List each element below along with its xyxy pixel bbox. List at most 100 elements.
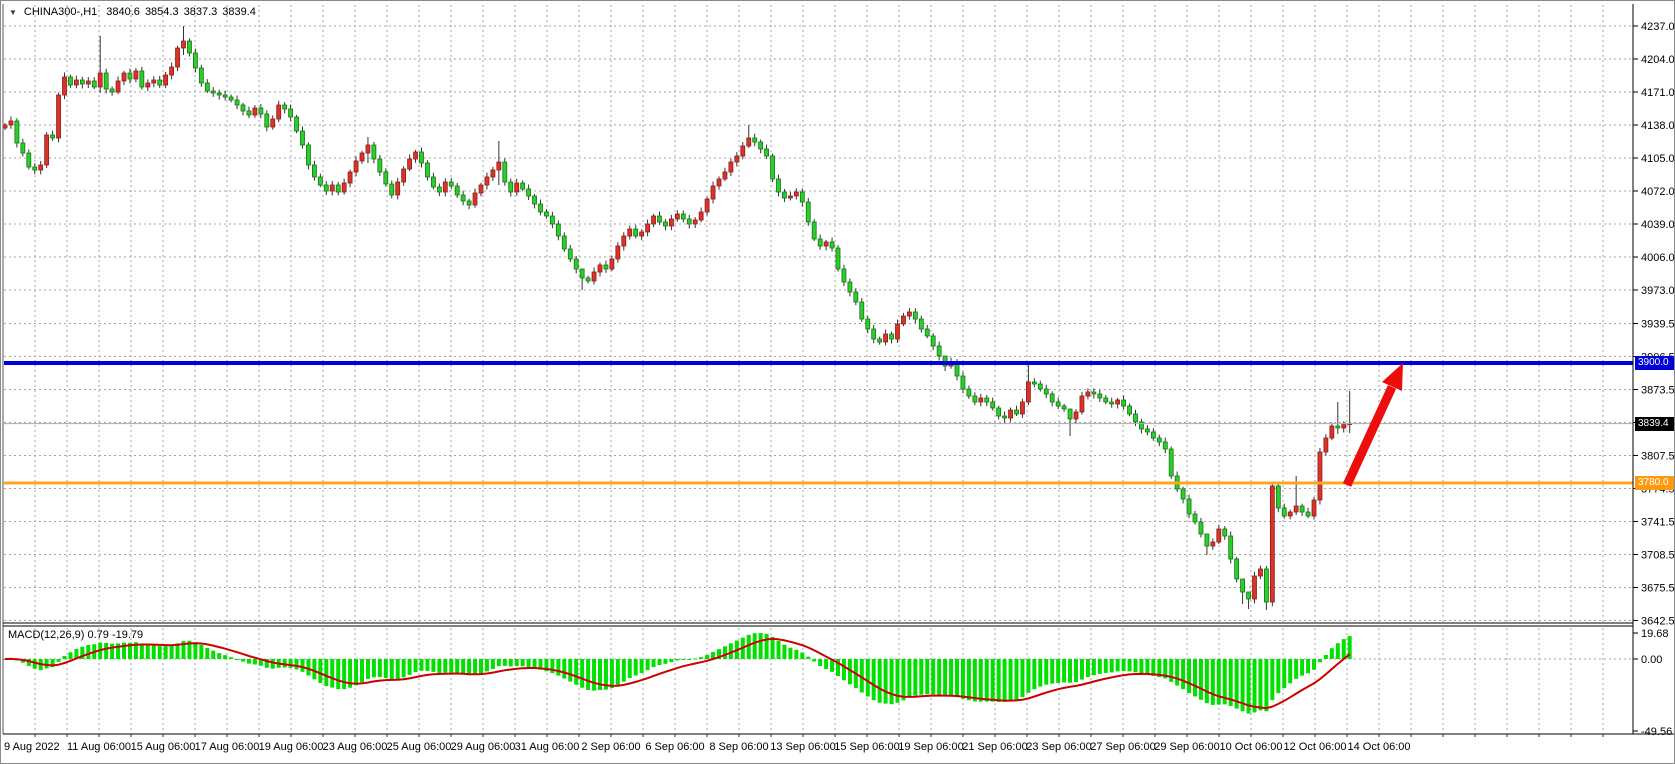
macd-histogram-bar xyxy=(1342,639,1346,659)
macd-histogram-bar xyxy=(318,659,322,683)
macd-main-value: 0.79 xyxy=(87,629,108,641)
bearish-candle xyxy=(431,177,435,187)
bullish-candle xyxy=(3,125,7,128)
price-axis-label: 3807.5 xyxy=(1641,451,1675,463)
bearish-candle xyxy=(140,71,144,87)
bearish-candle xyxy=(544,212,548,216)
bearish-candle xyxy=(800,192,804,202)
macd-histogram-bar xyxy=(610,659,614,688)
bearish-candle xyxy=(384,172,388,184)
bearish-candle xyxy=(1181,489,1185,499)
trend-arrow-shaft[interactable] xyxy=(1347,387,1392,485)
bullish-candle xyxy=(1330,426,1334,438)
support-line-price-tag[interactable]: 3780.0 xyxy=(1635,476,1675,490)
macd-histogram-bar xyxy=(777,641,781,659)
chart-canvas[interactable]: 4237.04204.04171.04138.04105.04072.04039… xyxy=(1,1,1675,764)
macd-histogram-bar xyxy=(378,659,382,677)
time-axis-label: 6 Sep 06:00 xyxy=(645,741,704,753)
macd-histogram-bar xyxy=(1145,659,1149,675)
bearish-candle xyxy=(878,339,882,342)
macd-histogram-bar xyxy=(1318,659,1322,662)
macd-histogram-bar xyxy=(907,659,911,698)
bearish-candle xyxy=(937,346,941,356)
price-axis-label: 4006.0 xyxy=(1641,252,1675,264)
bearish-candle xyxy=(306,145,310,165)
bearish-candle xyxy=(372,145,376,159)
macd-histogram-bar xyxy=(765,634,769,659)
bearish-candle xyxy=(1223,529,1227,536)
macd-histogram-bar xyxy=(295,659,299,669)
time-axis-label: 23 Aug 06:00 xyxy=(323,741,388,753)
bearish-candle xyxy=(68,77,72,85)
bearish-candle xyxy=(199,68,203,83)
bearish-candle xyxy=(1264,569,1268,602)
bearish-candle xyxy=(80,80,84,84)
macd-histogram-bar xyxy=(687,659,691,660)
macd-histogram-bar xyxy=(1294,659,1298,679)
bearish-candle xyxy=(1163,442,1167,449)
bearish-candle xyxy=(919,319,923,329)
bearish-candle xyxy=(973,396,977,402)
bearish-candle xyxy=(92,81,96,87)
bearish-candle xyxy=(1003,416,1007,418)
bullish-candle xyxy=(277,105,281,119)
bullish-candle xyxy=(515,183,519,192)
bullish-candle xyxy=(57,95,61,138)
trend-arrow-head[interactable] xyxy=(1382,363,1403,391)
macd-histogram-bar xyxy=(301,659,305,672)
macd-histogram-bar xyxy=(408,659,412,675)
time-axis-label: 12 Oct 06:00 xyxy=(1284,741,1347,753)
bullish-candle xyxy=(63,77,67,95)
macd-histogram-bar xyxy=(455,659,459,673)
bearish-candle xyxy=(15,121,19,143)
macd-histogram-bar xyxy=(384,659,388,678)
time-axis-label: 14 Oct 06:00 xyxy=(1348,741,1411,753)
macd-histogram-bar xyxy=(913,659,917,696)
time-axis-label: 15 Sep 06:00 xyxy=(834,741,899,753)
bullish-candle xyxy=(693,220,697,224)
bearish-candle xyxy=(1098,394,1102,398)
resistance-line-price-tag[interactable]: 3900.0 xyxy=(1635,356,1675,370)
macd-histogram-bar xyxy=(1336,643,1340,659)
price-axis-label: 3675.5 xyxy=(1641,583,1675,595)
macd-histogram-bar xyxy=(491,659,495,669)
bearish-candle xyxy=(586,278,590,281)
bearish-candle xyxy=(289,109,293,117)
bullish-candle xyxy=(741,146,745,156)
ohlc-low: 3837.3 xyxy=(184,6,218,18)
bearish-candle xyxy=(961,376,965,389)
time-axis-label: 2 Sep 06:00 xyxy=(581,741,640,753)
bearish-candle xyxy=(1139,422,1143,429)
macd-histogram-bar xyxy=(1217,659,1221,705)
bullish-candle xyxy=(342,183,346,192)
macd-histogram-bar xyxy=(925,659,929,694)
bearish-candle xyxy=(301,131,305,145)
macd-histogram-bar xyxy=(241,659,245,662)
macd-histogram-bar xyxy=(1074,659,1078,682)
price-axis-label: 4204.0 xyxy=(1641,54,1675,66)
bullish-candle xyxy=(116,81,120,92)
bearish-candle xyxy=(318,177,322,185)
macd-histogram-bar xyxy=(640,659,644,673)
bullish-candle xyxy=(1270,486,1274,602)
macd-histogram-bar xyxy=(1068,659,1072,683)
bullish-candle xyxy=(1211,542,1215,546)
macd-histogram-bar xyxy=(997,659,1001,702)
bearish-candle xyxy=(574,259,578,269)
bearish-candle xyxy=(104,73,108,89)
bearish-candle xyxy=(509,182,513,192)
macd-histogram-bar xyxy=(681,659,685,660)
bearish-candle xyxy=(128,73,132,79)
time-axis-label: 8 Sep 06:00 xyxy=(709,741,768,753)
bearish-candle xyxy=(872,329,876,339)
bearish-candle xyxy=(890,334,894,339)
bearish-candle xyxy=(1092,392,1096,394)
bearish-candle xyxy=(1199,522,1203,534)
macd-histogram-bar xyxy=(527,659,531,667)
symbol-dropdown-icon[interactable]: ▼ xyxy=(9,8,17,17)
bearish-candle xyxy=(1247,592,1251,599)
time-axis-label: 19 Aug 06:00 xyxy=(259,741,324,753)
bullish-candle xyxy=(1318,452,1322,500)
bullish-candle xyxy=(443,182,447,192)
bullish-candle xyxy=(86,81,90,84)
